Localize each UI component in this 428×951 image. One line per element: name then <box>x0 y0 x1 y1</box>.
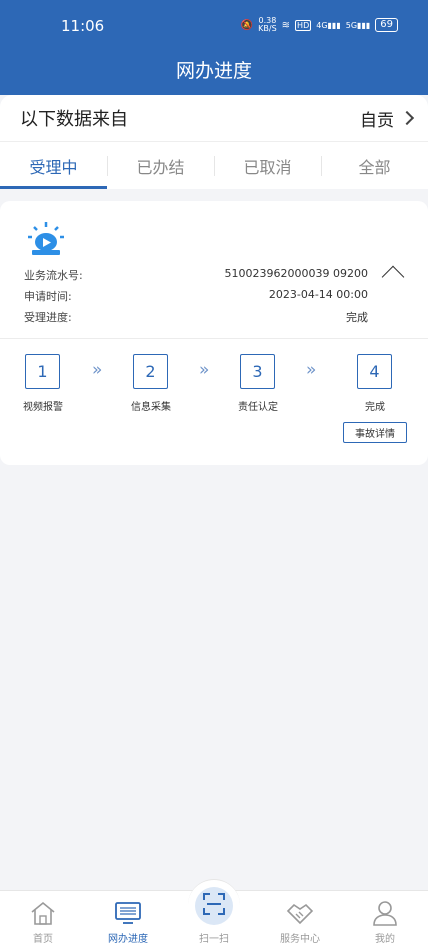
card-divider <box>0 338 428 339</box>
nav-mine[interactable]: 我的 <box>345 891 425 951</box>
data-source-city: 自贡 <box>360 110 394 131</box>
home-icon <box>31 901 55 925</box>
data-source-selector[interactable]: 自贡 <box>360 106 415 131</box>
step-1-label: 视频报警 <box>23 402 63 413</box>
apply-time-row: 申请时间: 2023-04-14 00:00 <box>24 288 368 304</box>
step-arrow-icon: » <box>199 360 210 380</box>
data-source-row[interactable]: 以下数据来自 自贡 <box>0 95 428 141</box>
step-2-box: 2 <box>133 354 168 389</box>
progress-row: 受理进度: 完成 <box>24 309 368 325</box>
status-time: 11:06 <box>61 17 105 35</box>
hd-badge: HD <box>295 19 312 31</box>
collapse-chevron-up-icon[interactable] <box>382 263 402 283</box>
nav-service[interactable]: 服务中心 <box>260 891 340 951</box>
nav-home-label: 首页 <box>33 934 53 945</box>
signal-5g-icon: 5G▮▮▮ <box>345 20 371 30</box>
progress-label: 受理进度: <box>24 311 72 324</box>
net2-label: 5G <box>345 20 358 30</box>
step-4-label: 完成 <box>365 402 385 413</box>
serial-value: 510023962000039 09200 <box>224 267 368 280</box>
tab-all[interactable]: 全部 <box>321 142 428 189</box>
nav-home[interactable]: 首页 <box>3 891 83 951</box>
application-card: 业务流水号: 510023962000039 09200 申请时间: 2023-… <box>0 201 428 465</box>
step-1-box: 1 <box>25 354 60 389</box>
wifi-icon: ≋ <box>281 19 291 31</box>
nav-progress[interactable]: 网办进度 <box>88 891 168 951</box>
handshake-icon <box>286 903 314 925</box>
step-4-box: 4 <box>357 354 392 389</box>
step-arrow-icon: » <box>92 360 103 380</box>
scan-icon <box>203 893 225 915</box>
tab-cancelled[interactable]: 已取消 <box>214 142 321 189</box>
nav-service-label: 服务中心 <box>280 934 320 945</box>
status-icons: 🔕 0.38 KB/S ≋ HD 4G▮▮▮ 5G▮▮▮ 69 <box>241 17 398 33</box>
chevron-right-icon <box>399 110 415 126</box>
status-bar: 11:06 🔕 0.38 KB/S ≋ HD 4G▮▮▮ 5G▮▮▮ 69 <box>0 0 428 52</box>
battery-icon: 69 <box>375 18 398 32</box>
header: 11:06 🔕 0.38 KB/S ≋ HD 4G▮▮▮ 5G▮▮▮ 69 网办进… <box>0 0 428 95</box>
nav-progress-label: 网办进度 <box>108 934 148 945</box>
tab-completed[interactable]: 已办结 <box>107 142 214 189</box>
net1-label: 4G <box>316 20 328 30</box>
apply-time-value: 2023-04-14 00:00 <box>268 288 368 301</box>
status-tabs: 受理中 已办结 已取消 全部 <box>0 141 428 189</box>
serial-label: 业务流水号: <box>24 269 83 282</box>
accident-detail-button[interactable]: 事故详情 <box>343 422 407 443</box>
tab-accepting[interactable]: 受理中 <box>0 142 107 189</box>
step-3-box: 3 <box>240 354 275 389</box>
apply-time-label: 申请时间: <box>24 290 72 303</box>
data-source-label: 以下数据来自 <box>20 109 128 130</box>
monitor-icon <box>115 902 141 924</box>
bottom-nav: 首页 网办进度 扫一扫 服务中心 我的 <box>0 879 428 951</box>
alarm-siren-icon <box>28 222 64 255</box>
step-3-label: 责任认定 <box>238 402 278 413</box>
nav-scan[interactable]: 扫一扫 <box>174 891 254 951</box>
progress-value: 完成 <box>346 311 368 324</box>
network-speed: 0.38 KB/S <box>258 17 277 33</box>
step-arrow-icon: » <box>306 360 317 380</box>
serial-row: 业务流水号: 510023962000039 09200 <box>24 267 368 283</box>
nav-mine-label: 我的 <box>375 934 395 945</box>
signal-4g-icon: 4G▮▮▮ <box>316 20 341 30</box>
page-title: 网办进度 <box>175 60 252 82</box>
user-icon <box>373 901 397 926</box>
step-2-label: 信息采集 <box>131 402 171 413</box>
speed-unit: KB/S <box>258 24 277 33</box>
mute-icon: 🔕 <box>240 19 254 31</box>
nav-scan-label: 扫一扫 <box>199 934 229 945</box>
